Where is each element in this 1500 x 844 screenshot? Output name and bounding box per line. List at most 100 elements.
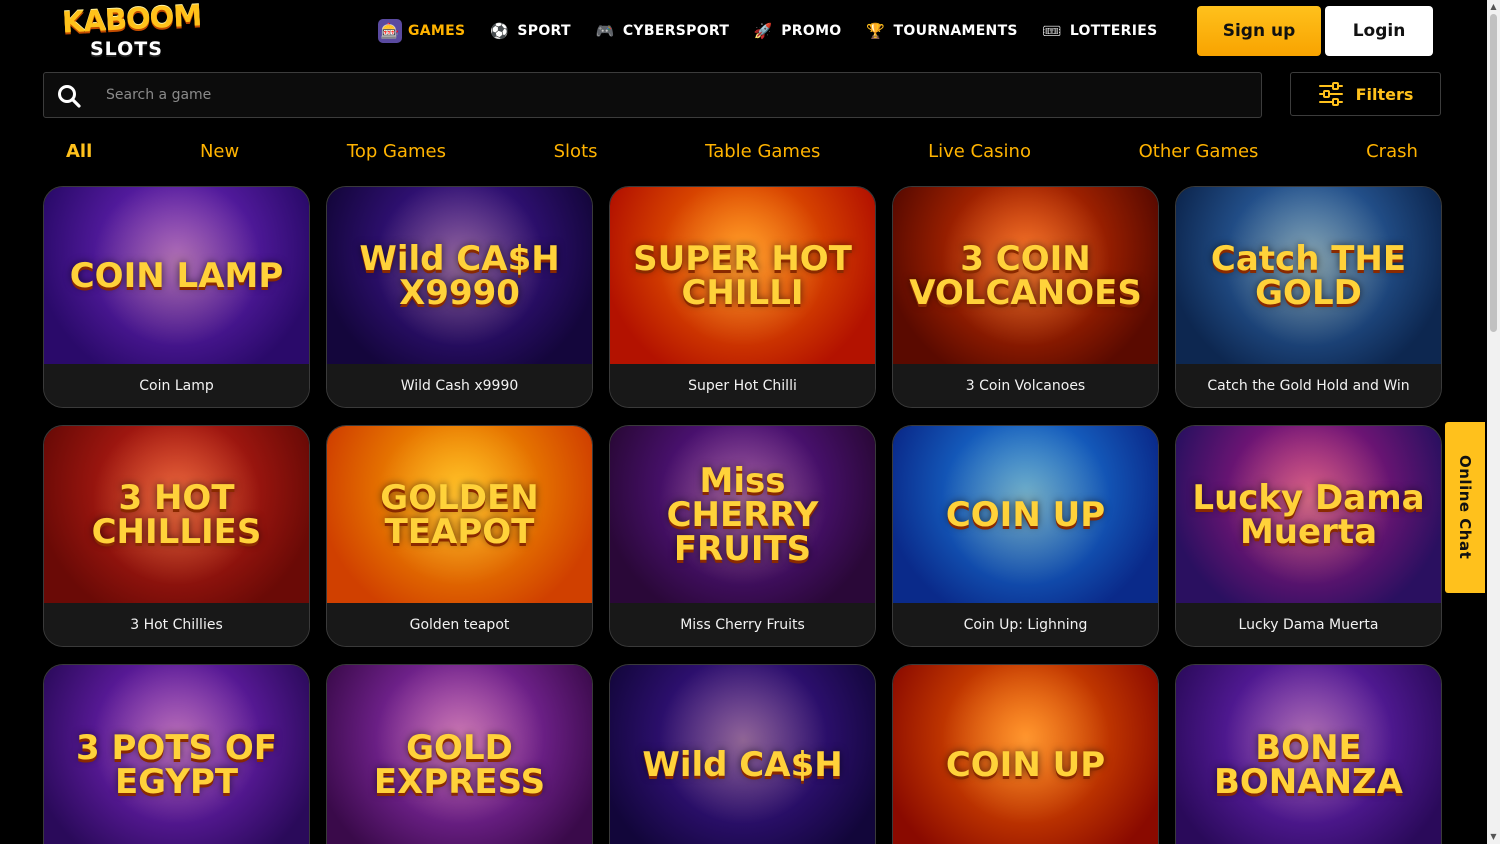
game-title: Golden teapot xyxy=(327,603,592,646)
game-card[interactable]: 3 HOT CHILLIES 3 Hot Chillies xyxy=(43,425,310,647)
tab-slots[interactable]: Slots xyxy=(554,141,598,162)
tab-top-games[interactable]: Top Games xyxy=(347,141,446,162)
game-thumbnail[interactable]: Wild CA$H X9990 xyxy=(327,187,592,364)
scroll-up-arrow-icon[interactable]: ▲ xyxy=(1489,2,1498,11)
tab-crash[interactable]: Crash xyxy=(1366,141,1418,162)
game-thumbnail[interactable]: COIN UP xyxy=(893,426,1158,603)
login-button[interactable]: Login xyxy=(1325,6,1433,56)
brand-logo-line2: SLOTS xyxy=(90,38,163,60)
game-logo-text: COIN LAMP xyxy=(69,255,284,296)
scrollbar-thumb[interactable] xyxy=(1490,14,1497,332)
page-scrollbar[interactable]: ▲ ▼ xyxy=(1487,0,1500,844)
game-logo-text: GOLD EXPRESS xyxy=(373,728,546,802)
game-title: Catch the Gold Hold and Win xyxy=(1176,364,1441,407)
game-logo-text: Miss CHERRY FRUITS xyxy=(666,460,819,569)
game-thumbnail[interactable]: SUPER HOT CHILLI xyxy=(610,187,875,364)
game-card[interactable]: Wild CA$H xyxy=(609,664,876,844)
game-title: Wild Cash x9990 xyxy=(327,364,592,407)
brand-logo-line1: KABOOM xyxy=(61,0,202,40)
sliders-icon xyxy=(1318,82,1343,106)
game-logo-text: Lucky Dama Muerta xyxy=(1192,477,1425,552)
search-icon[interactable] xyxy=(56,83,82,109)
search-bar xyxy=(43,72,1262,118)
nav-item-label: PROMO xyxy=(781,23,842,39)
game-logo-text: 3 HOT CHILLIES xyxy=(91,477,262,552)
nav-item-cybersport[interactable]: 🎮 CYBERSPORT xyxy=(593,19,729,43)
game-logo-text: Catch THE GOLD xyxy=(1210,238,1407,313)
online-chat-label: Online Chat xyxy=(1456,455,1474,560)
game-logo-text: 3 COIN VOLCANOES xyxy=(909,238,1142,313)
tab-live-casino[interactable]: Live Casino xyxy=(928,141,1031,162)
nav-item-label: TOURNAMENTS xyxy=(893,23,1018,39)
game-thumbnail[interactable]: COIN LAMP xyxy=(44,187,309,364)
rocket-icon: 🚀 xyxy=(753,22,773,40)
nav-item-label: LOTTERIES xyxy=(1069,23,1158,39)
nav-item-games[interactable]: 🎰 GAMES xyxy=(378,19,465,43)
game-card[interactable]: COIN UP xyxy=(892,664,1159,844)
game-card[interactable]: GOLDEN TEAPOT Golden teapot xyxy=(326,425,593,647)
tab-table-games[interactable]: Table Games xyxy=(705,141,820,162)
game-thumbnail[interactable]: Wild CA$H xyxy=(610,665,875,844)
game-title: Lucky Dama Muerta xyxy=(1176,603,1441,646)
game-thumbnail[interactable]: 3 POTS OF EGYPT xyxy=(44,665,309,844)
game-title: Coin Up: Lighning xyxy=(893,603,1158,646)
game-thumbnail[interactable]: 3 HOT CHILLIES xyxy=(44,426,309,603)
slot-machine-icon: 🎰 xyxy=(378,19,402,43)
game-logo-text: COIN UP xyxy=(945,745,1106,785)
game-logo-text: 3 POTS OF EGYPT xyxy=(76,728,277,802)
game-thumbnail[interactable]: COIN UP xyxy=(893,665,1158,844)
soccer-ball-icon: ⚽ xyxy=(490,22,509,40)
game-title: Super Hot Chilli xyxy=(610,364,875,407)
game-card[interactable]: Lucky Dama Muerta Lucky Dama Muerta xyxy=(1175,425,1442,647)
game-thumbnail[interactable]: GOLD EXPRESS xyxy=(327,665,592,844)
game-card[interactable]: 3 POTS OF EGYPT xyxy=(43,664,310,844)
tab-all[interactable]: All xyxy=(66,141,92,162)
game-thumbnail[interactable]: BONE BONANZA xyxy=(1176,665,1441,844)
game-title: 3 Coin Volcanoes xyxy=(893,364,1158,407)
game-title: Coin Lamp xyxy=(44,364,309,407)
nav-item-label: GAMES xyxy=(408,23,466,39)
game-thumbnail[interactable]: 3 COIN VOLCANOES xyxy=(893,187,1158,364)
game-thumbnail[interactable]: GOLDEN TEAPOT xyxy=(327,426,592,603)
category-tabs: All New Top Games Slots Table Games Live… xyxy=(66,138,1418,164)
nav-item-label: SPORT xyxy=(517,23,571,39)
brand-logo[interactable]: KABOOM SLOTS xyxy=(61,0,202,62)
search-input[interactable] xyxy=(106,73,1246,117)
game-card[interactable]: COIN UP Coin Up: Lighning xyxy=(892,425,1159,647)
filters-button[interactable]: Filters xyxy=(1290,72,1441,116)
game-logo-text: GOLDEN TEAPOT xyxy=(380,477,539,552)
tab-new[interactable]: New xyxy=(200,141,239,162)
main-nav: 🎰 GAMES ⚽ SPORT 🎮 CYBERSPORT 🚀 PROMO 🏆 T… xyxy=(378,16,1179,46)
game-card[interactable]: SUPER HOT CHILLI Super Hot Chilli xyxy=(609,186,876,408)
game-logo-text: Wild CA$H X9990 xyxy=(359,238,560,313)
nav-item-label: CYBERSPORT xyxy=(622,23,730,39)
lottery-ticket-icon: 🎟 xyxy=(1042,22,1062,40)
game-logo-text: COIN UP xyxy=(945,494,1106,535)
game-thumbnail[interactable]: Lucky Dama Muerta xyxy=(1176,426,1441,603)
game-thumbnail[interactable]: Miss CHERRY FRUITS xyxy=(610,426,875,603)
signup-button[interactable]: Sign up xyxy=(1197,6,1321,56)
game-card[interactable]: 3 COIN VOLCANOES 3 Coin Volcanoes xyxy=(892,186,1159,408)
tab-other-games[interactable]: Other Games xyxy=(1139,141,1259,162)
game-title: 3 Hot Chillies xyxy=(44,603,309,646)
game-card[interactable]: COIN LAMP Coin Lamp xyxy=(43,186,310,408)
trophy-icon: 🏆 xyxy=(866,22,885,40)
nav-item-lotteries[interactable]: 🎟 LOTTERIES xyxy=(1040,19,1158,43)
game-logo-text: BONE BONANZA xyxy=(1213,728,1403,802)
nav-item-sport[interactable]: ⚽ SPORT xyxy=(487,19,570,43)
game-title: Miss Cherry Fruits xyxy=(610,603,875,646)
game-card[interactable]: Catch THE GOLD Catch the Gold Hold and Wi… xyxy=(1175,186,1442,408)
game-card[interactable]: Wild CA$H X9990 Wild Cash x9990 xyxy=(326,186,593,408)
game-logo-text: Wild CA$H xyxy=(642,745,843,785)
nav-item-promo[interactable]: 🚀 PROMO xyxy=(751,19,841,43)
online-chat-button[interactable]: Online Chat xyxy=(1445,422,1485,593)
game-thumbnail[interactable]: Catch THE GOLD xyxy=(1176,187,1441,364)
game-logo-text: SUPER HOT CHILLI xyxy=(633,238,852,313)
filters-label: Filters xyxy=(1355,84,1414,104)
game-card[interactable]: BONE BONANZA xyxy=(1175,664,1442,844)
game-card[interactable]: Miss CHERRY FRUITS Miss Cherry Fruits xyxy=(609,425,876,647)
game-card[interactable]: GOLD EXPRESS xyxy=(326,664,593,844)
gamepad-icon: 🎮 xyxy=(595,22,615,40)
scroll-down-arrow-icon[interactable]: ▼ xyxy=(1489,832,1498,841)
nav-item-tournaments[interactable]: 🏆 TOURNAMENTS xyxy=(864,19,1018,43)
